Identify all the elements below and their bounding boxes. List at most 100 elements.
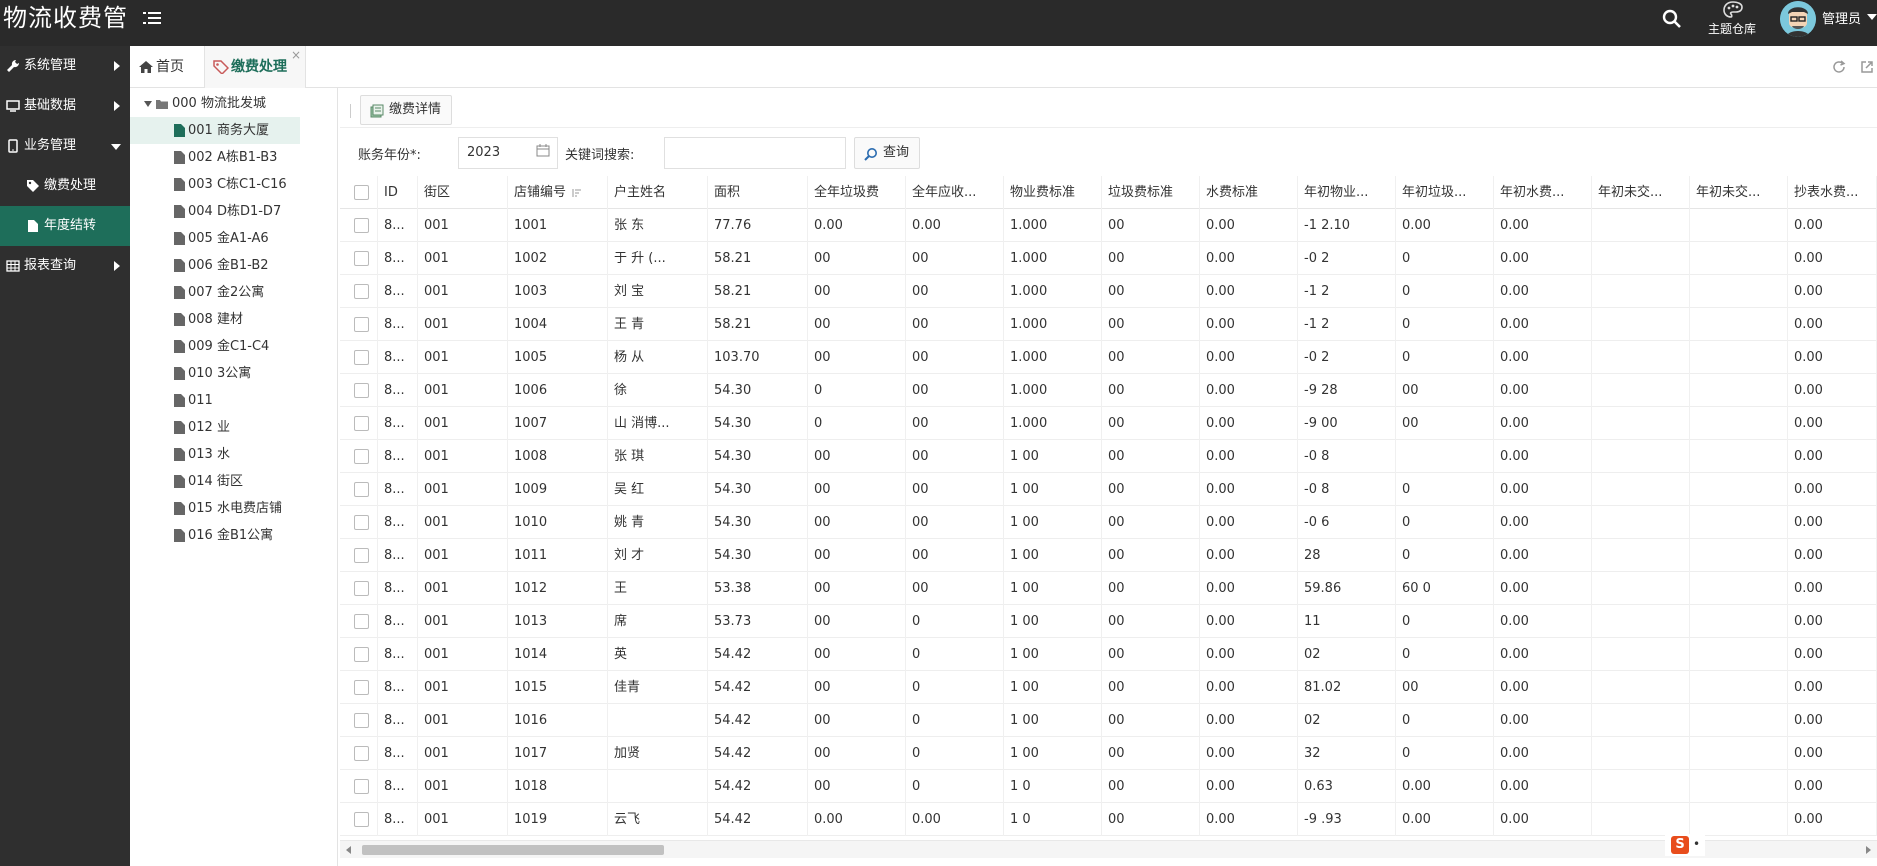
column-header[interactable]: 户主姓名: [608, 176, 708, 209]
table-row[interactable]: 8... 001 1011 刘 才 54.30 00 00 1 00 00 0.00 28 0 0.00…: [340, 539, 1877, 572]
user-name[interactable]: 管理员: [1822, 8, 1861, 27]
sidebar-item-4[interactable]: 年度结转: [0, 206, 130, 246]
tree-node[interactable]: 010 3公寓: [130, 360, 300, 387]
scroll-left-icon[interactable]: [346, 846, 351, 854]
sidebar-item-0[interactable]: 系统管理: [0, 46, 130, 86]
table-row[interactable]: 8... 001 1001 张 东 77.76 0.00 0.00 1.000 00 0.00 -1…: [340, 209, 1877, 242]
query-button[interactable]: 查询: [854, 137, 921, 169]
table-row[interactable]: 8... 001 1010 姚 青 54.30 00 00 1 00 00 0.00 -0 6 0 0.…: [340, 506, 1877, 539]
table-row[interactable]: 8... 001 1016 54.42 00 0 1 00 00 0.00 02 0 0.00 0.00: [340, 704, 1877, 737]
table-row[interactable]: 8... 001 1005 杨 从 103.70 00 00 1.000 00 0.00 -0 20…: [340, 341, 1877, 374]
horizontal-scrollbar[interactable]: [340, 840, 1877, 858]
tree-node[interactable]: 007 金2公寓: [130, 279, 300, 306]
column-header[interactable]: 店铺编号: [508, 176, 608, 209]
tab-home[interactable]: 首页: [130, 46, 204, 88]
table-row[interactable]: 8... 001 1008 张 琪 54.30 00 00 1 00 00 0.00 -0 8 0.0…: [340, 440, 1877, 473]
table-row[interactable]: 8... 001 1006 徐 54.30 0 00 1.000 00 0.00 -9 28 00 0.…: [340, 374, 1877, 407]
search-icon[interactable]: [1661, 8, 1683, 30]
tree-node[interactable]: 003 C栋C1-C16: [130, 171, 300, 198]
keyword-input[interactable]: [664, 137, 846, 169]
tab-payment[interactable]: 缴费处理 ×: [204, 46, 306, 88]
row-checkbox[interactable]: [354, 746, 369, 761]
table-row[interactable]: 8... 001 1012 王 53.38 00 00 1 00 00 0.00 59.86 60 0…: [340, 572, 1877, 605]
tree-node[interactable]: 009 金C1-C4: [130, 333, 300, 360]
row-checkbox[interactable]: [354, 713, 369, 728]
row-checkbox[interactable]: [354, 482, 369, 497]
row-checkbox[interactable]: [354, 779, 369, 794]
row-checkbox[interactable]: [354, 317, 369, 332]
chevron-down-icon[interactable]: [144, 101, 152, 107]
row-checkbox[interactable]: [354, 416, 369, 431]
tree-node[interactable]: 013 水: [130, 441, 300, 468]
column-header[interactable]: 全年应收...: [906, 176, 1004, 209]
row-checkbox[interactable]: [354, 680, 369, 695]
tree-node[interactable]: 005 金A1-A6: [130, 225, 300, 252]
column-header[interactable]: 水费标准: [1200, 176, 1298, 209]
table-row[interactable]: 8... 001 1018 54.42 00 0 1 0 00 0.00 0.63 0.00 0.00…: [340, 770, 1877, 803]
sidebar-item-1[interactable]: 基础数据: [0, 86, 130, 126]
column-header[interactable]: 年初物业...: [1298, 176, 1396, 209]
row-checkbox[interactable]: [354, 581, 369, 596]
ime-indicator[interactable]: S •: [1665, 834, 1705, 856]
user-menu-caret-icon[interactable]: [1867, 14, 1877, 20]
row-checkbox[interactable]: [354, 614, 369, 629]
column-header[interactable]: ID: [378, 176, 418, 209]
sort-icon[interactable]: [572, 188, 582, 198]
table-row[interactable]: 8... 001 1009 吴 红 54.30 00 00 1 00 00 0.00 -0 8 0 0.…: [340, 473, 1877, 506]
table-row[interactable]: 8... 001 1015 佳青 54.42 00 0 1 00 00 0.00 81.02 00 0.…: [340, 671, 1877, 704]
table-row[interactable]: 8... 001 1002 于 升 (... 58.21 00 00 1.000 00 0.00-…: [340, 242, 1877, 275]
theme-store-button[interactable]: 主题仓库: [1702, 0, 1762, 46]
select-all-checkbox[interactable]: [354, 185, 369, 200]
row-checkbox[interactable]: [354, 812, 369, 827]
tree-node[interactable]: 008 建材: [130, 306, 300, 333]
row-checkbox[interactable]: [354, 218, 369, 233]
column-header[interactable]: 物业费标准: [1004, 176, 1102, 209]
column-header[interactable]: 年初水费...: [1494, 176, 1592, 209]
column-header[interactable]: 全年垃圾费: [808, 176, 906, 209]
column-header[interactable]: 街区: [418, 176, 508, 209]
tree-node[interactable]: 004 D栋D1-D7: [130, 198, 300, 225]
column-header[interactable]: 年初未交...: [1592, 176, 1690, 209]
calendar-icon[interactable]: [536, 144, 550, 157]
row-checkbox[interactable]: [354, 515, 369, 530]
row-checkbox[interactable]: [354, 284, 369, 299]
table-row[interactable]: 8... 001 1007 山 消博... 54.30 0 00 1.000 00 0.00 -9 …: [340, 407, 1877, 440]
refresh-icon[interactable]: [1832, 60, 1846, 74]
menu-toggle-icon[interactable]: [143, 10, 161, 26]
row-checkbox[interactable]: [354, 383, 369, 398]
column-header[interactable]: 抄表水费...: [1788, 176, 1877, 209]
close-icon[interactable]: ×: [291, 34, 301, 76]
sidebar-item-3[interactable]: 缴费处理: [0, 166, 130, 206]
table-row[interactable]: 8... 001 1003 刘 宝 58.21 00 00 1.000 00 0.00 -1 200…: [340, 275, 1877, 308]
payment-detail-button[interactable]: 缴费详情: [360, 95, 453, 125]
tree-node[interactable]: 006 金B1-B2: [130, 252, 300, 279]
tree-node[interactable]: 002 A栋B1-B3: [130, 144, 300, 171]
table-row[interactable]: 8... 001 1017 加贤 54.42 00 0 1 00 00 0.00 32 0 0.00 0.…: [340, 737, 1877, 770]
scrollbar-thumb[interactable]: [362, 845, 664, 855]
tree-node[interactable]: 016 金B1公寓: [130, 522, 300, 549]
scroll-right-icon[interactable]: [1866, 846, 1871, 854]
popout-icon[interactable]: [1860, 60, 1874, 74]
row-checkbox[interactable]: [354, 350, 369, 365]
tree-node[interactable]: 012 业: [130, 414, 300, 441]
row-checkbox[interactable]: [354, 251, 369, 266]
row-checkbox[interactable]: [354, 647, 369, 662]
tree-node[interactable]: 015 水电费店铺: [130, 495, 300, 522]
row-checkbox[interactable]: [354, 449, 369, 464]
tree-node[interactable]: 011: [130, 387, 300, 414]
column-header[interactable]: 面积: [708, 176, 808, 209]
table-row[interactable]: 8... 001 1014 英 54.42 00 0 1 00 00 0.00 02 0 0.00 0.0…: [340, 638, 1877, 671]
tree-node[interactable]: 001 商务大厦: [130, 117, 300, 144]
sidebar-item-5[interactable]: 报表查询: [0, 246, 130, 286]
tree-root[interactable]: 000 物流批发城: [130, 88, 338, 120]
table-row[interactable]: 8... 001 1004 王 青 58.21 00 00 1.000 00 0.00 -1 200…: [340, 308, 1877, 341]
table-row[interactable]: 8... 001 1013 席 53.73 00 0 1 00 00 0.00 11 0 0.00 0.0…: [340, 605, 1877, 638]
column-header[interactable]: 年初未交...: [1690, 176, 1788, 209]
sidebar-item-2[interactable]: 业务管理: [0, 126, 130, 166]
row-checkbox[interactable]: [354, 548, 369, 563]
table-row[interactable]: 8... 001 1019 云飞 54.42 0.00 0.00 1 0 00 0.00 -9 .9…: [340, 803, 1877, 836]
column-header[interactable]: 垃圾费标准: [1102, 176, 1200, 209]
column-header[interactable]: 年初垃圾...: [1396, 176, 1494, 209]
tree-node[interactable]: 014 街区: [130, 468, 300, 495]
avatar[interactable]: [1780, 1, 1816, 37]
